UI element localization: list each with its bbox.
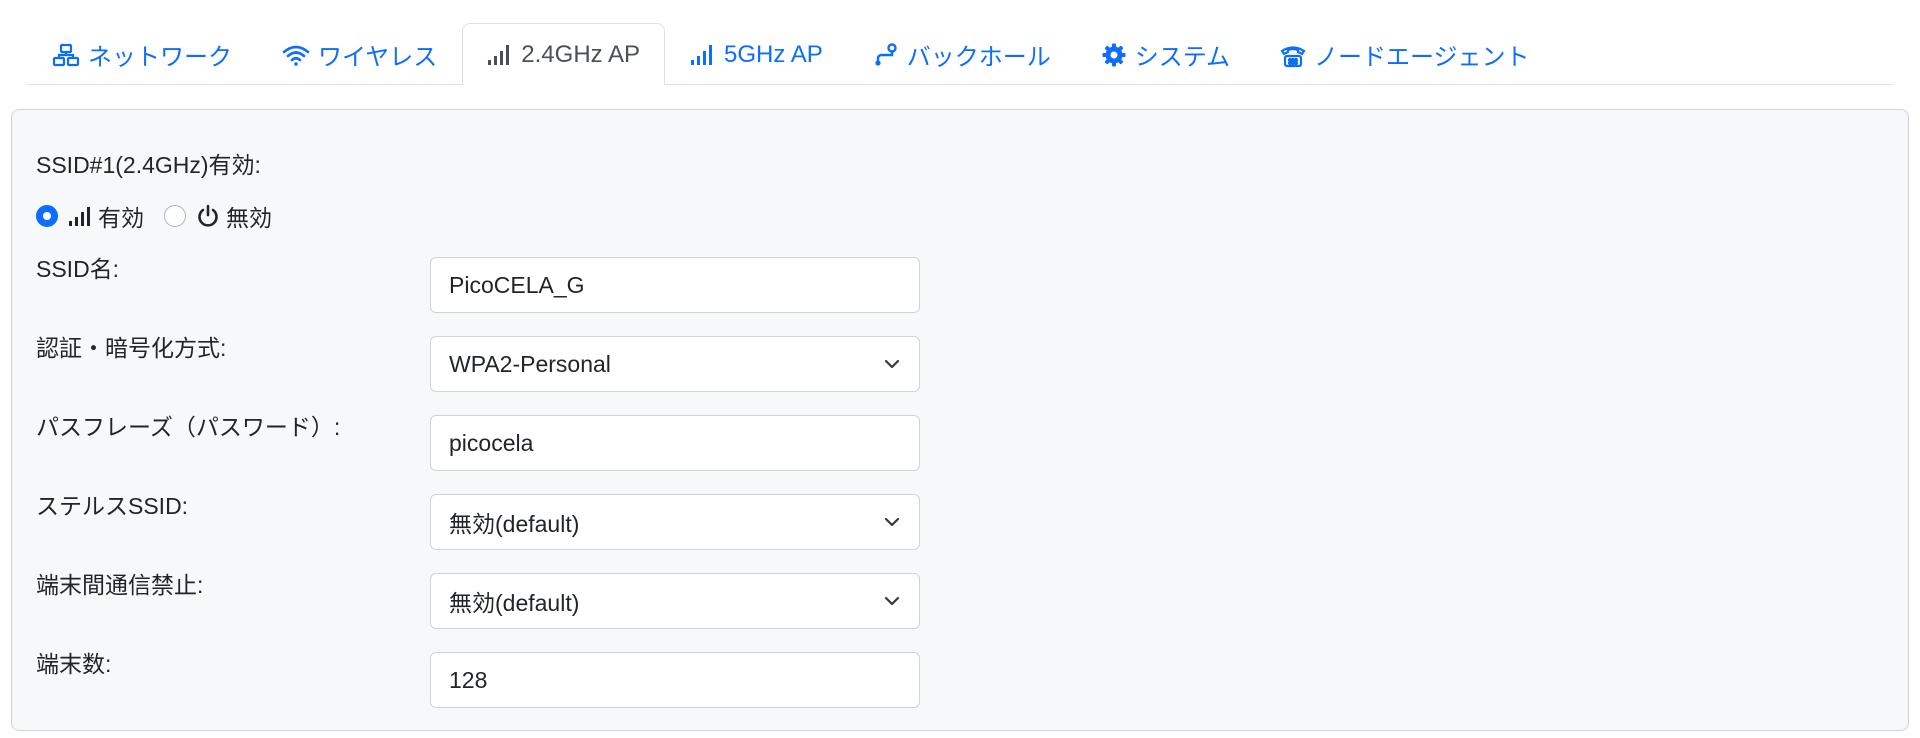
client-isolation-value: 無効(default) (449, 590, 580, 616)
tab-2-4ghz-ap[interactable]: 2.4GHz AP (462, 23, 666, 85)
auth-select[interactable]: WPA2-Personal (430, 336, 920, 392)
signal-bars-icon (69, 207, 90, 226)
gear-icon (1101, 42, 1127, 68)
chevron-down-icon (884, 596, 900, 606)
client-isolation-select[interactable]: 無効(default) (430, 573, 920, 629)
tab-wireless[interactable]: ワイヤレス (257, 24, 462, 84)
stealth-ssid-label: ステルスSSID: (36, 493, 189, 519)
ssid-name-label: SSID名: (36, 256, 120, 282)
max-clients-value: 128 (449, 666, 488, 693)
enable-radio[interactable] (36, 205, 58, 227)
max-clients-label: 端末数: (36, 651, 112, 677)
disable-option-label: 無効 (226, 205, 272, 231)
ap-settings-panel: SSID#1(2.4GHz)有効: 有効 無効 SSID名: PicoCELA_… (11, 109, 1909, 731)
chevron-down-icon (884, 359, 900, 369)
stealth-ssid-value: 無効(default) (449, 511, 580, 537)
tab-5ghz-ap[interactable]: 5GHz AP (665, 24, 848, 84)
tab-label: ノードエージェント (1314, 44, 1530, 71)
tab-network[interactable]: ネットワーク (27, 24, 257, 84)
route-icon (873, 42, 899, 68)
network-icon (52, 43, 80, 67)
tab-bar: ネットワーク ワイヤレス 2.4GHz AP 5GHz AP バックホール シス… (27, 23, 1893, 85)
tab-label: 2.4GHz AP (521, 40, 641, 68)
tab-system[interactable]: システム (1076, 24, 1255, 84)
ssid-name-value: PicoCELA_G (449, 271, 585, 298)
max-clients-input[interactable]: 128 (430, 652, 920, 708)
stealth-ssid-select[interactable]: 無効(default) (430, 494, 920, 550)
enable-option-label: 有効 (98, 205, 144, 231)
chevron-down-icon (884, 517, 900, 527)
enable-option[interactable]: 有効 (36, 199, 144, 233)
passphrase-label: パスフレーズ（パスワード）: (36, 414, 341, 440)
wifi-icon (282, 43, 310, 67)
tab-label: 5GHz AP (724, 40, 823, 68)
tab-label: システム (1134, 44, 1231, 71)
disable-radio[interactable] (164, 205, 186, 227)
passphrase-value: picocela (449, 429, 534, 456)
tab-label: ワイヤレス (318, 44, 438, 71)
telephone-icon (1280, 42, 1306, 68)
passphrase-input[interactable]: picocela (430, 415, 920, 471)
disable-option[interactable]: 無効 (164, 199, 272, 233)
auth-value: WPA2-Personal (449, 350, 611, 377)
client-isolation-label: 端末間通信禁止: (36, 572, 204, 598)
auth-label: 認証・暗号化方式: (36, 335, 227, 361)
tab-label: バックホール (906, 44, 1051, 71)
ssid-enable-label: SSID#1(2.4GHz)有効: (36, 152, 261, 178)
power-icon (198, 204, 218, 227)
tab-label: ネットワーク (88, 44, 232, 71)
ssid-enable-radio-group: 有効 無効 (36, 196, 292, 236)
tab-backhaul[interactable]: バックホール (848, 24, 1076, 84)
ssid-name-input[interactable]: PicoCELA_G (430, 257, 920, 313)
signal-bars-icon (487, 43, 513, 67)
signal-bars-icon (690, 43, 716, 67)
tab-node-agent[interactable]: ノードエージェント (1255, 24, 1555, 84)
